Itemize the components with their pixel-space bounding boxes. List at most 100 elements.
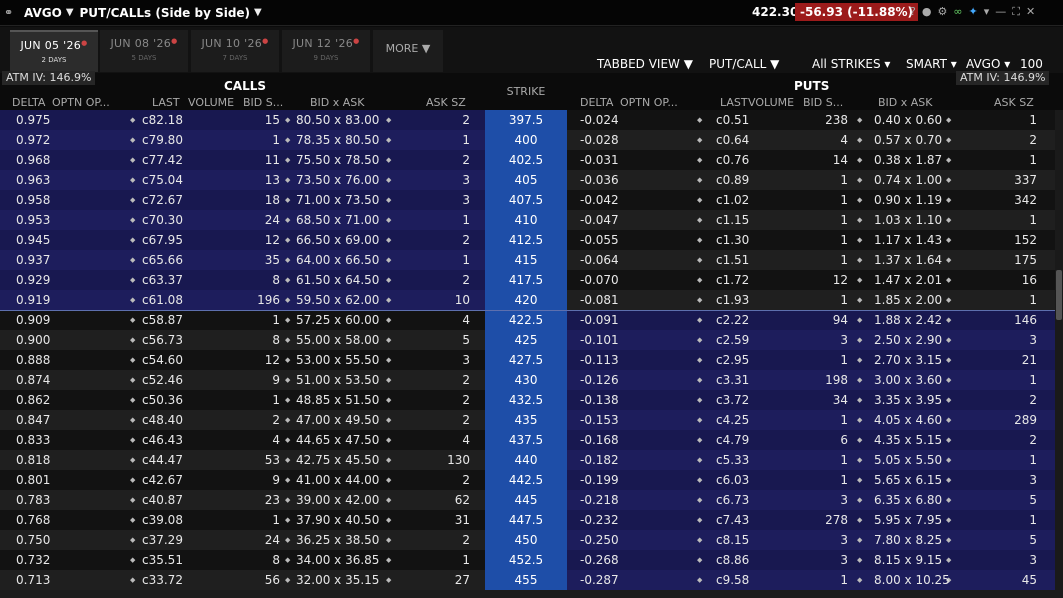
put-bid-ask[interactable]: 1.47 x 2.01 [874, 270, 942, 290]
put-delta[interactable]: -0.042 [580, 190, 619, 210]
put-last[interactable]: c1.30 [716, 230, 749, 250]
table-row[interactable]: ◆ ◆ ◆ ◆ ◆ ◆ 0.909 c58.87 1 57.25 x 60.00 4 422.5 -0.… [0, 310, 1055, 330]
put-delta[interactable]: -0.199 [580, 470, 619, 490]
table-row[interactable]: ◆ ◆ ◆ ◆ ◆ ◆ 0.847 c48.40 2 47.00 x 49.50 2 435 -0.15… [0, 410, 1055, 430]
call-last[interactable]: c79.80 [142, 130, 183, 150]
call-last[interactable]: c70.30 [142, 210, 183, 230]
put-delta[interactable]: -0.070 [580, 270, 619, 290]
call-ask-size[interactable]: 2 [462, 390, 470, 410]
puts-col-delta[interactable]: DELTA [580, 96, 613, 109]
calls-col-bidsize[interactable]: BID S... [243, 96, 283, 109]
call-delta[interactable]: 0.862 [16, 390, 50, 410]
call-last[interactable]: c75.04 [142, 170, 183, 190]
call-ask-size[interactable]: 130 [447, 450, 470, 470]
call-ask-size[interactable]: 62 [455, 490, 470, 510]
put-delta[interactable]: -0.081 [580, 290, 619, 310]
put-ask-size[interactable]: 3 [1029, 470, 1037, 490]
call-ask-size[interactable]: 5 [462, 330, 470, 350]
put-delta[interactable]: -0.036 [580, 170, 619, 190]
put-bid-ask[interactable]: 1.85 x 2.00 [874, 290, 942, 310]
put-ask-size[interactable]: 289 [1014, 410, 1037, 430]
put-volume[interactable]: 4 [840, 130, 848, 150]
call-ask-size[interactable]: 2 [462, 470, 470, 490]
table-row[interactable]: ◆ ◆ ◆ ◆ ◆ ◆ 0.968 c77.42 11 75.50 x 78.50 2 402.5 -0… [0, 150, 1055, 170]
put-bid-ask[interactable]: 0.90 x 1.19 [874, 190, 942, 210]
call-volume[interactable]: 12 [265, 230, 280, 250]
put-delta[interactable]: -0.091 [580, 310, 619, 330]
calls-col-asksz[interactable]: ASK SZ [426, 96, 466, 109]
call-last[interactable]: c33.72 [142, 570, 183, 590]
strikes-dropdown[interactable]: All STRIKES ▾ [812, 57, 890, 71]
call-bid-ask[interactable]: 75.50 x 78.50 [296, 150, 379, 170]
call-last[interactable]: c42.67 [142, 470, 183, 490]
calls-col-optn[interactable]: OPTN OP... [52, 96, 110, 109]
call-ask-size[interactable]: 1 [462, 210, 470, 230]
puts-col-last[interactable]: LAST [720, 96, 748, 109]
table-row[interactable]: ◆ ◆ ◆ ◆ ◆ ◆ 0.900 c56.73 8 55.00 x 58.00 5 425 -0.10… [0, 330, 1055, 350]
call-last[interactable]: c52.46 [142, 370, 183, 390]
put-delta[interactable]: -0.153 [580, 410, 619, 430]
call-delta[interactable]: 0.750 [16, 530, 50, 550]
put-last[interactable]: c6.73 [716, 490, 749, 510]
put-ask-size[interactable]: 152 [1014, 230, 1037, 250]
call-volume[interactable]: 4 [272, 430, 280, 450]
put-delta[interactable]: -0.218 [580, 490, 619, 510]
call-last[interactable]: c56.73 [142, 330, 183, 350]
call-delta[interactable]: 0.963 [16, 170, 50, 190]
tabbed-view-dropdown[interactable]: TABBED VIEW ▼ [597, 57, 693, 71]
put-bid-ask[interactable]: 1.37 x 1.64 [874, 250, 942, 270]
call-ask-size[interactable]: 4 [462, 430, 470, 450]
call-last[interactable]: c46.43 [142, 430, 183, 450]
table-row[interactable]: ◆ ◆ ◆ ◆ ◆ ◆ 0.975 c82.18 15 80.50 x 83.00 2 397.5 -0… [0, 110, 1055, 130]
call-volume[interactable]: 56 [265, 570, 280, 590]
table-row[interactable]: ◆ ◆ ◆ ◆ ◆ ◆ 0.818 c44.47 53 42.75 x 45.50 130 440 -0… [0, 450, 1055, 470]
put-ask-size[interactable]: 1 [1029, 510, 1037, 530]
put-ask-size[interactable]: 2 [1029, 430, 1037, 450]
call-last[interactable]: c48.40 [142, 410, 183, 430]
put-ask-size[interactable]: 1 [1029, 370, 1037, 390]
put-volume[interactable]: 1 [840, 290, 848, 310]
strike-price[interactable]: 417.5 [485, 270, 567, 290]
call-volume[interactable]: 1 [272, 510, 280, 530]
put-volume[interactable]: 1 [840, 250, 848, 270]
table-row[interactable]: ◆ ◆ ◆ ◆ ◆ ◆ 0.953 c70.30 24 68.50 x 71.00 1 410 -0.0… [0, 210, 1055, 230]
call-delta[interactable]: 0.888 [16, 350, 50, 370]
put-volume[interactable]: 1 [840, 410, 848, 430]
put-volume[interactable]: 3 [840, 530, 848, 550]
puts-col-volume[interactable]: VOLUME [748, 96, 794, 109]
call-ask-size[interactable]: 2 [462, 530, 470, 550]
call-ask-size[interactable]: 2 [462, 370, 470, 390]
strike-price[interactable]: 432.5 [485, 390, 567, 410]
call-last[interactable]: c77.42 [142, 150, 183, 170]
puts-col-asksz[interactable]: ASK SZ [994, 96, 1034, 109]
call-bid-ask[interactable]: 41.00 x 44.00 [296, 470, 379, 490]
call-delta[interactable]: 0.937 [16, 250, 50, 270]
call-volume[interactable]: 13 [265, 170, 280, 190]
put-volume[interactable]: 12 [833, 270, 848, 290]
call-ask-size[interactable]: 31 [455, 510, 470, 530]
gear-icon[interactable]: ⚙ [937, 5, 947, 19]
put-delta[interactable]: -0.287 [580, 570, 619, 590]
put-bid-ask[interactable]: 1.03 x 1.10 [874, 210, 942, 230]
put-last[interactable]: c0.76 [716, 150, 749, 170]
table-row[interactable]: ◆ ◆ ◆ ◆ ◆ ◆ 0.888 c54.60 12 53.00 x 55.50 3 427.5 -0… [0, 350, 1055, 370]
put-bid-ask[interactable]: 8.15 x 9.15 [874, 550, 942, 570]
put-last[interactable]: c4.25 [716, 410, 749, 430]
call-bid-ask[interactable]: 68.50 x 71.00 [296, 210, 379, 230]
close-icon[interactable]: ✕ [1026, 5, 1035, 19]
put-volume[interactable]: 3 [840, 550, 848, 570]
put-ask-size[interactable]: 1 [1029, 110, 1037, 130]
call-bid-ask[interactable]: 42.75 x 45.50 [296, 450, 379, 470]
chat-icon[interactable]: ● [922, 5, 932, 19]
put-volume[interactable]: 3 [840, 490, 848, 510]
put-last[interactable]: c1.02 [716, 190, 749, 210]
put-volume[interactable]: 1 [840, 350, 848, 370]
put-ask-size[interactable]: 3 [1029, 330, 1037, 350]
put-delta[interactable]: -0.168 [580, 430, 619, 450]
call-volume[interactable]: 2 [272, 410, 280, 430]
call-ask-size[interactable]: 3 [462, 170, 470, 190]
call-volume[interactable]: 23 [265, 490, 280, 510]
puts-col-bidask[interactable]: BID x ASK [878, 96, 932, 109]
put-last[interactable]: c5.33 [716, 450, 749, 470]
call-ask-size[interactable]: 1 [462, 130, 470, 150]
